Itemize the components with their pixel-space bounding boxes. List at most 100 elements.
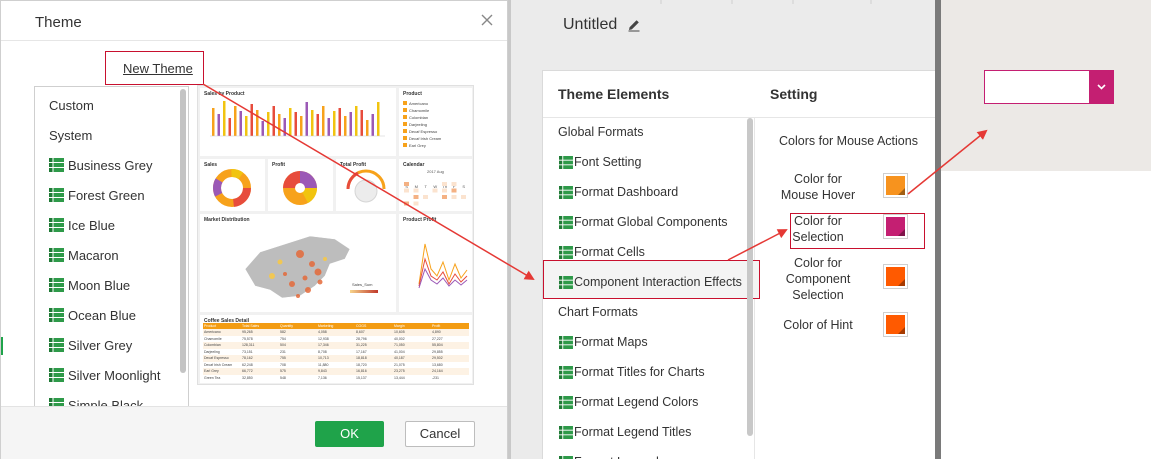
grid-icon	[49, 338, 64, 352]
color-swatch[interactable]	[883, 312, 908, 337]
preview-sales-donut-chart	[200, 159, 265, 211]
legend-swatch	[403, 101, 407, 105]
setting-label-line: Mouse Hover	[763, 187, 873, 203]
preview-bar	[245, 116, 248, 136]
preview-legend-item: Americano	[403, 100, 441, 107]
theme-item[interactable]: Silver Moonlight	[35, 359, 181, 389]
theme-dialog: Theme New Theme Custom System Business Gre…	[0, 0, 508, 459]
color-swatch[interactable]	[883, 173, 908, 198]
theme-element-label: Format Global Components	[574, 215, 728, 229]
preview-gauge-chart	[336, 159, 396, 211]
preview-bar	[361, 110, 364, 136]
theme-element-label: Chart Formats	[558, 305, 638, 319]
canvas-blank	[941, 171, 1151, 459]
swatch-corner	[898, 229, 905, 236]
color-swatch[interactable]	[883, 214, 908, 239]
theme-item[interactable]: Custom	[35, 89, 181, 119]
preview-calendar-cell	[414, 189, 419, 193]
chevron-down-icon	[1089, 70, 1114, 104]
preview-bar	[273, 106, 276, 136]
preview-calendar-grid	[399, 159, 472, 211]
preview-calendar-cell	[452, 189, 457, 193]
grid-icon	[559, 156, 573, 169]
grid-icon	[49, 368, 64, 382]
combo-box[interactable]	[984, 70, 1113, 104]
theme-item-label: Silver Moonlight	[68, 368, 161, 383]
theme-element-label: Format Legend Colors	[574, 395, 698, 409]
theme-element-item[interactable]: Format Global Components	[543, 209, 747, 235]
theme-element-item[interactable]: Format Legend Colors	[543, 389, 747, 415]
preview-title-product: Product	[403, 91, 422, 97]
theme-element-item[interactable]: Component Interaction Effects	[543, 269, 747, 295]
swatch-corner	[898, 279, 905, 286]
theme-item[interactable]: Business Grey	[35, 149, 181, 179]
preview-bar	[322, 106, 325, 136]
grid-icon	[559, 336, 573, 349]
theme-item[interactable]: Moon Blue	[35, 269, 181, 299]
preview-table-cell: 32,850	[241, 375, 279, 382]
close-icon[interactable]	[479, 12, 495, 28]
theme-item[interactable]: Ocean Blue	[35, 299, 181, 329]
preview-table-cell: 548	[279, 375, 317, 382]
legend-swatch	[403, 143, 407, 147]
document-title: Untitled	[563, 16, 617, 34]
theme-item[interactable]: Forest Green	[35, 179, 181, 209]
canvas-area	[941, 0, 1151, 171]
setting-label: Color for Mouse Hover	[763, 171, 873, 203]
theme-element-item[interactable]: Format Dashboard	[543, 179, 747, 205]
preview-bar	[262, 121, 265, 136]
theme-item[interactable]: Silver Grey	[35, 329, 181, 359]
preview-bar	[339, 108, 342, 136]
theme-element-label: Format Titles for Charts	[574, 365, 705, 379]
theme-list[interactable]: Custom System Business Grey Forest Green Ice…	[34, 86, 189, 408]
preview-bar	[278, 114, 281, 136]
preview-bar	[344, 116, 347, 136]
theme-editor: Untitled Theme Elements Setting Global F…	[511, 0, 935, 459]
preview-calendar-cell	[461, 195, 466, 199]
setting-label-line: Selection	[763, 229, 873, 245]
swatch-corner	[898, 188, 905, 195]
preview-legend-item: Darjeeling	[403, 121, 441, 128]
pencil-icon[interactable]	[627, 18, 641, 32]
preview-bar	[366, 120, 369, 136]
preview-product-legend: Product Americano Chamomile Colombian Darje…	[399, 88, 472, 156]
cancel-button[interactable]: Cancel	[405, 421, 475, 447]
preview-table-row: Green Tea 32,850 548 7,136 15,137 13,444 -231	[203, 375, 469, 382]
preview-bar	[218, 114, 221, 136]
theme-preview: Sales by Product Product Americano Chamom…	[197, 85, 474, 385]
preview-calendar-cell	[452, 182, 457, 186]
theme-element-item[interactable]: Format Legend	[543, 449, 747, 459]
setting-label-line: Color of Hint	[763, 317, 873, 333]
ok-button[interactable]: OK	[315, 421, 384, 447]
combo-arrow-button[interactable]	[1089, 70, 1114, 104]
preview-calendar-cell	[452, 195, 457, 199]
grid-icon	[49, 278, 64, 292]
preview-map	[200, 214, 396, 312]
theme-list-scrollbar[interactable]	[180, 89, 186, 373]
grid-icon	[559, 186, 573, 199]
setting-label-line: Component	[763, 271, 873, 287]
theme-element-item[interactable]: Format Maps	[543, 329, 747, 355]
theme-item[interactable]: System	[35, 119, 181, 149]
preview-bar	[300, 116, 303, 136]
preview-sales-by-product: Sales by Product	[200, 88, 396, 156]
setting-label-line: Color for	[763, 171, 873, 187]
color-swatch[interactable]	[883, 264, 908, 289]
elements-scrollbar[interactable]	[747, 118, 753, 436]
theme-element-item[interactable]: Global Formats	[543, 119, 747, 145]
theme-item-label: Business Grey	[68, 158, 153, 173]
theme-element-item[interactable]: Font Setting	[543, 149, 747, 175]
new-theme-link[interactable]: New Theme	[123, 61, 193, 76]
theme-element-item[interactable]: Format Cells	[543, 239, 747, 265]
theme-element-item[interactable]: Format Titles for Charts	[543, 359, 747, 385]
preview-bar	[223, 101, 226, 136]
theme-item[interactable]: Ice Blue	[35, 209, 181, 239]
theme-item[interactable]: Macaron	[35, 239, 181, 269]
edge-marker	[1, 337, 3, 355]
preview-table-cell: 15,137	[355, 375, 393, 382]
theme-element-item[interactable]: Format Legend Titles	[543, 419, 747, 445]
theme-element-item[interactable]: Chart Formats	[543, 299, 747, 325]
preview-calendar-cell	[414, 202, 419, 206]
new-theme-highlight: New Theme	[105, 51, 204, 85]
preview-legend-label: Decaf Espresso	[409, 129, 437, 134]
